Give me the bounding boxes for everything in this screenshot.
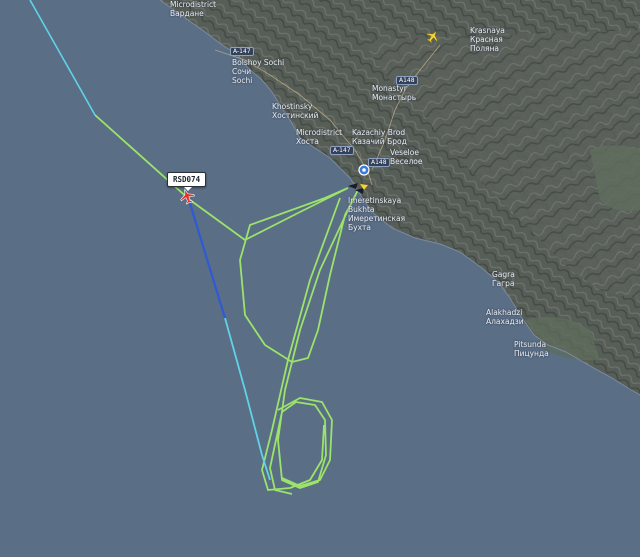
road-shield: A148: [368, 158, 390, 167]
place-label-vardane: Microdistrict Вардане: [170, 0, 217, 18]
place-label-kazachiy-brod: Kazachiy Brod Казачий Брод: [352, 128, 407, 146]
flight-callsign-label[interactable]: RSD074: [167, 172, 207, 191]
place-label-imeretinskaya-bukhta: Imeretinskaya Bukhta Имеретинская Бухта: [348, 196, 406, 232]
place-label-pitsunda: Pitsunda Пицунда: [514, 340, 549, 358]
place-label-krasnaya-polyana: Krasnaya Красная Поляна: [470, 26, 505, 53]
map-canvas: [0, 0, 640, 557]
flight-tracker-map[interactable]: RSD074 A-147 A-147 A148 A148 Microdistri…: [0, 0, 640, 557]
road-shield: A-147: [330, 146, 354, 155]
place-label-veseloye: Veseloe Веселое: [390, 148, 423, 166]
place-label-alakhadzi: Alakhadzi Алахадзи: [486, 308, 524, 326]
place-label-monastyr: Monastyr Монастырь: [372, 84, 417, 102]
road-shield: A-147: [230, 47, 254, 56]
place-label-gagra: Gagra Гагра: [492, 270, 515, 288]
airport-marker[interactable]: [358, 164, 370, 176]
place-label-khostinsky: Khostinsky Хостинский: [272, 102, 319, 120]
place-label-sochi: Bolshoy Sochi Сочи Sochi: [232, 58, 285, 85]
place-label-khosta: Microdistrict Хоста: [296, 128, 343, 146]
